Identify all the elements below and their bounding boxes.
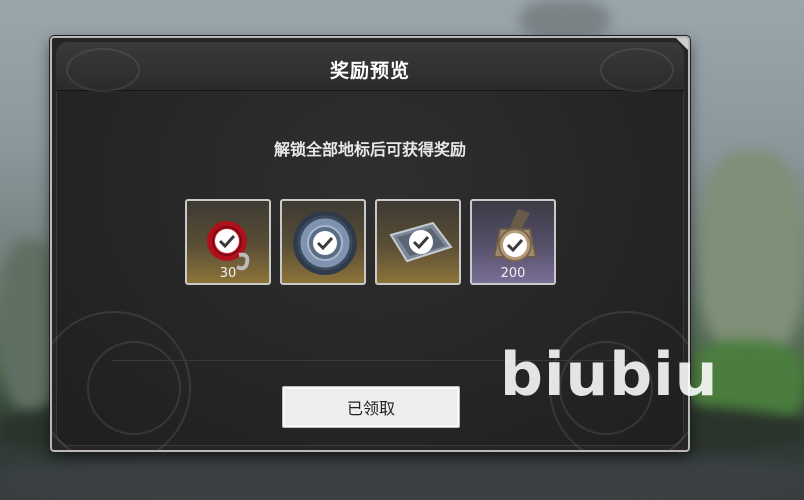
- reward-slot[interactable]: [375, 199, 461, 285]
- reward-condition-text: 解锁全部地标后可获得奖励: [273, 140, 466, 159]
- dialog-header: 奖励预览: [56, 42, 684, 92]
- reward-slot[interactable]: [280, 199, 366, 285]
- metal-plate-icon: [389, 221, 453, 263]
- reward-list: 30 200: [185, 199, 557, 289]
- reward-slot[interactable]: 30: [185, 199, 271, 285]
- blue-gear-medallion-icon: [293, 211, 357, 275]
- reward-quantity: 200: [500, 266, 526, 281]
- corner-decoration: [676, 38, 688, 50]
- watermark-logo: biubiu: [500, 340, 719, 410]
- reward-slot[interactable]: 200: [470, 199, 556, 285]
- claimed-button[interactable]: 已领取: [282, 386, 460, 428]
- reward-quantity: 30: [219, 266, 237, 281]
- dialog-title: 奖励预览: [329, 60, 410, 82]
